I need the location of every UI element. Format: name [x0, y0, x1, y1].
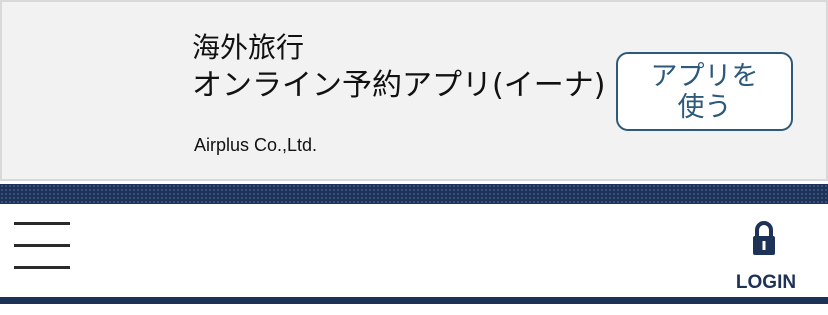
site-header: LOGIN	[0, 204, 828, 298]
hamburger-icon	[14, 222, 70, 225]
lock-icon	[753, 221, 775, 255]
use-app-button[interactable]: アプリを 使う	[616, 52, 793, 131]
header-pattern-band	[0, 184, 828, 204]
banner-company-name: Airplus Co.,Ltd.	[194, 135, 318, 155]
header-bottom-rule	[0, 297, 828, 304]
use-app-button-line1: アプリを	[650, 60, 759, 92]
banner-app-subtitle: オンライン予約アプリ(イーナ)	[192, 68, 606, 103]
login-button[interactable]: LOGIN	[726, 214, 806, 294]
banner-app-title: 海外旅行	[192, 31, 305, 64]
hamburger-icon-bar	[14, 266, 70, 269]
smart-app-banner: 海外旅行 オンライン予約アプリ(イーナ) Airplus Co.,Ltd. アプ…	[0, 0, 828, 181]
use-app-button-line2: 使う	[677, 91, 732, 123]
hamburger-menu-button[interactable]	[14, 222, 70, 270]
login-label: LOGIN	[735, 272, 797, 293]
hamburger-icon-bar	[14, 244, 70, 247]
